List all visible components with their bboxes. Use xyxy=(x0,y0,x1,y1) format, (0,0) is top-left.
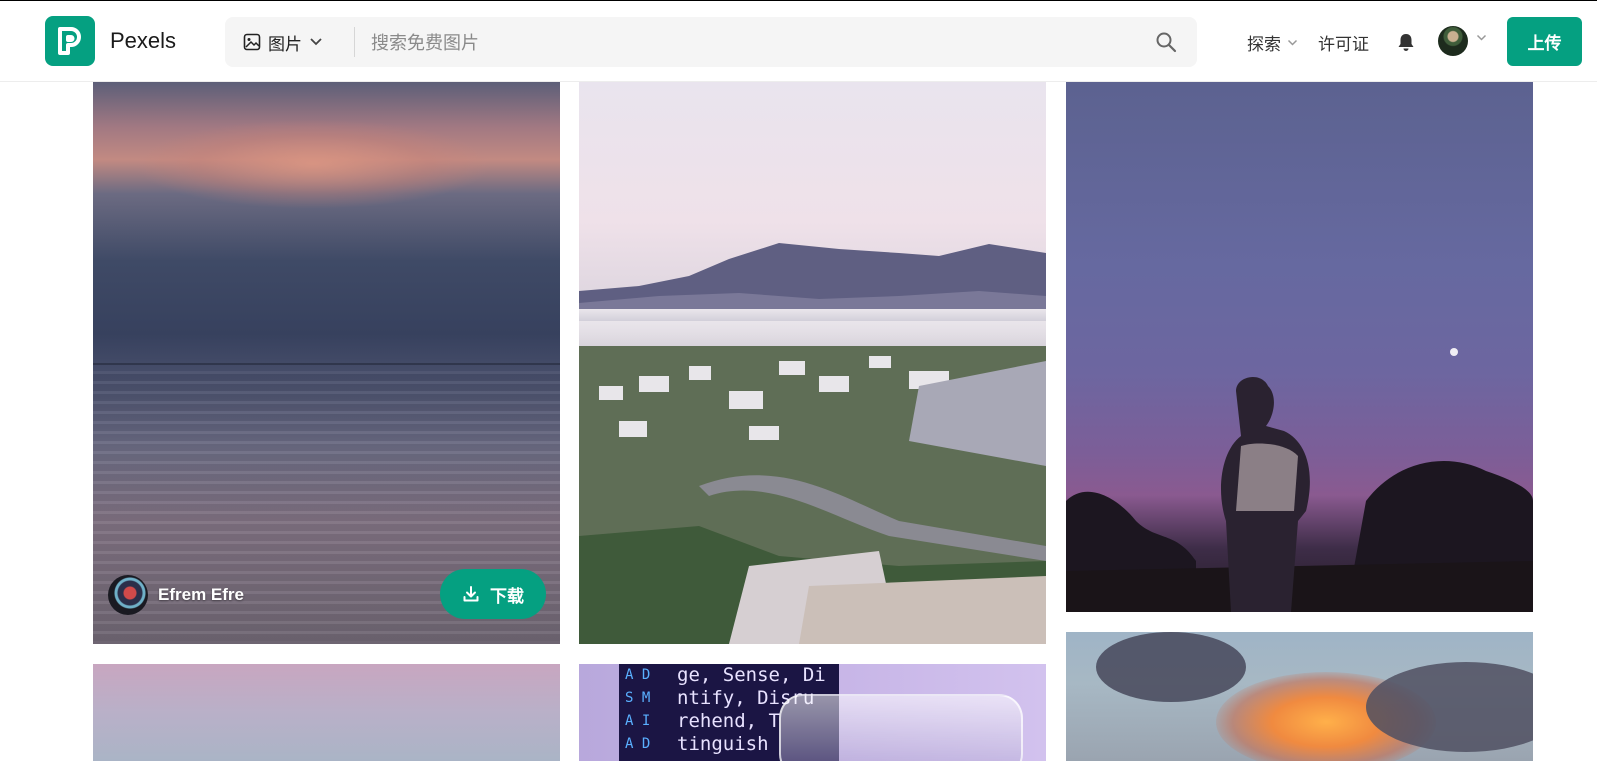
search-type-dropdown[interactable]: 图片 xyxy=(243,17,323,67)
photographer-name: Efrem Efre xyxy=(158,585,244,604)
photo-town xyxy=(579,346,1046,644)
bell-icon[interactable] xyxy=(1395,31,1417,53)
download-icon xyxy=(463,586,479,602)
photo-card[interactable] xyxy=(1066,632,1533,761)
upload-button[interactable]: 上传 xyxy=(1507,17,1582,66)
photo-moon xyxy=(1450,348,1458,356)
code-side-line: A D xyxy=(625,667,651,683)
photo-horizon xyxy=(93,363,560,365)
chevron-down-icon[interactable] xyxy=(1476,34,1487,42)
nav-explore-label: 探索 xyxy=(1247,35,1281,54)
photographer-credit[interactable]: Efrem Efre xyxy=(108,575,244,615)
brand-name[interactable]: Pexels xyxy=(110,28,176,54)
photo-code-sidebar: A D S M A I A D xyxy=(619,664,661,761)
search-icon[interactable] xyxy=(1155,31,1177,53)
code-line: ge, Sense, Di xyxy=(677,664,826,686)
chevron-down-icon xyxy=(310,38,322,46)
photo-glass-object xyxy=(779,694,1023,761)
pexels-logo-icon xyxy=(58,27,81,55)
code-side-line: A D xyxy=(625,736,651,752)
photo-person xyxy=(1221,376,1310,612)
search-divider xyxy=(354,27,355,57)
code-side-line: S M xyxy=(625,690,651,706)
user-avatar[interactable] xyxy=(1438,26,1468,56)
photo-card[interactable] xyxy=(93,664,560,761)
photo-card[interactable] xyxy=(579,81,1046,644)
nav-license-link[interactable]: 许可证 xyxy=(1318,30,1369,55)
photographer-avatar xyxy=(108,575,148,615)
search-input[interactable] xyxy=(369,17,1123,69)
code-line: tinguish xyxy=(677,733,769,755)
chevron-down-icon xyxy=(1287,39,1298,46)
nav-explore-menu[interactable]: 探索 xyxy=(1247,30,1298,55)
image-icon xyxy=(243,33,261,51)
code-side-line: A I xyxy=(625,713,651,729)
search-type-label: 图片 xyxy=(268,34,302,54)
photo-cloud xyxy=(133,119,493,209)
download-button[interactable]: 下载 xyxy=(440,569,546,619)
photo-card[interactable] xyxy=(1066,81,1533,612)
pexels-logo[interactable] xyxy=(45,16,95,66)
photo-card[interactable]: Efrem Efre 下载 xyxy=(93,81,560,644)
photo-card[interactable]: ge, Sense, Di ntify, Disru rehend, T tin… xyxy=(579,664,1046,761)
photo-mist xyxy=(579,309,1046,349)
top-navbar: Pexels 图片 探索 许可证 xyxy=(0,1,1597,82)
download-label: 下载 xyxy=(490,586,524,606)
code-line: rehend, T xyxy=(677,710,780,732)
photo-cloud xyxy=(1096,632,1246,702)
search-bar: 图片 xyxy=(225,17,1197,69)
